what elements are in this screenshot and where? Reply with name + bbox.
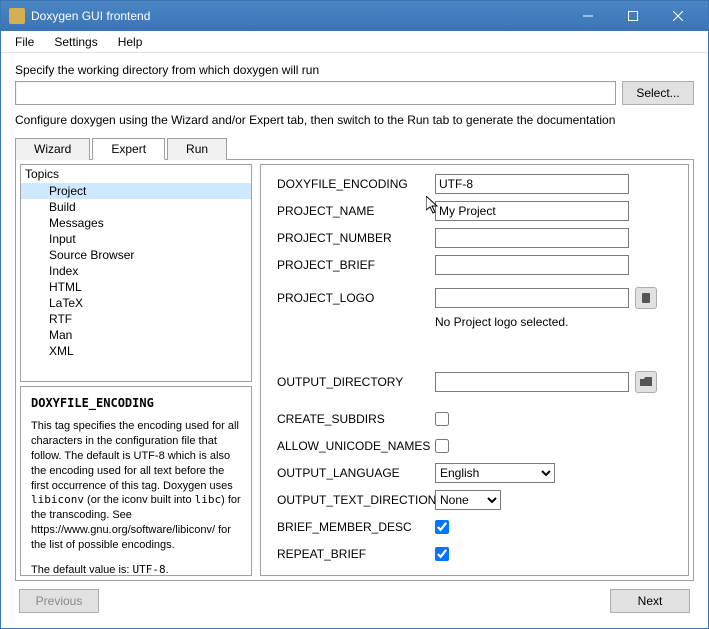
browse-output-button[interactable] <box>635 371 657 393</box>
menu-file[interactable]: File <box>5 33 44 51</box>
topic-index[interactable]: Index <box>21 263 251 279</box>
input-project-number[interactable] <box>435 228 629 248</box>
next-button[interactable]: Next <box>610 589 690 613</box>
topic-messages[interactable]: Messages <box>21 215 251 231</box>
file-icon <box>640 292 652 304</box>
help-text: This tag specifies the encoding used for… <box>31 419 241 576</box>
topic-source-browser[interactable]: Source Browser <box>21 247 251 263</box>
topic-project[interactable]: Project <box>21 183 251 199</box>
folder-icon <box>640 377 652 387</box>
check-allow-unicode-names[interactable] <box>435 439 449 453</box>
window-title: Doxygen GUI frontend <box>31 9 565 23</box>
label-doxyfile-encoding: DOXYFILE_ENCODING <box>277 177 435 191</box>
working-dir-label: Specify the working directory from which… <box>15 63 694 77</box>
tab-bar: Wizard Expert Run <box>15 137 694 160</box>
label-project-brief: PROJECT_BRIEF <box>277 258 435 272</box>
configure-label: Configure doxygen using the Wizard and/o… <box>15 113 694 127</box>
tab-wizard[interactable]: Wizard <box>15 138 90 160</box>
check-brief-member-desc[interactable] <box>435 520 449 534</box>
settings-panel[interactable]: DOXYFILE_ENCODING PROJECT_NAME PROJECT_N… <box>260 164 689 576</box>
menubar: File Settings Help <box>1 31 708 53</box>
label-brief-member-desc: BRIEF_MEMBER_DESC <box>277 520 435 534</box>
close-button[interactable] <box>655 2 700 30</box>
topic-input[interactable]: Input <box>21 231 251 247</box>
logo-status: No Project logo selected. <box>435 315 684 329</box>
input-project-brief[interactable] <box>435 255 629 275</box>
working-dir-input[interactable] <box>15 81 616 105</box>
label-allow-unicode-names: ALLOW_UNICODE_NAMES <box>277 439 435 453</box>
tab-expert[interactable]: Expert <box>92 138 165 160</box>
select-output-language[interactable]: English <box>435 463 555 483</box>
titlebar: Doxygen GUI frontend <box>1 1 708 31</box>
label-create-subdirs: CREATE_SUBDIRS <box>277 412 435 426</box>
minimize-button[interactable] <box>565 2 610 30</box>
menu-settings[interactable]: Settings <box>44 33 107 51</box>
maximize-button[interactable] <box>610 2 655 30</box>
topic-html[interactable]: HTML <box>21 279 251 295</box>
label-project-name: PROJECT_NAME <box>277 204 435 218</box>
help-panel: DOXYFILE_ENCODING This tag specifies the… <box>20 386 252 576</box>
label-output-language: OUTPUT_LANGUAGE <box>277 466 435 480</box>
topics-list[interactable]: Project Build Messages Input Source Brow… <box>21 183 251 381</box>
app-icon <box>9 8 25 24</box>
input-project-logo[interactable] <box>435 288 629 308</box>
topic-man[interactable]: Man <box>21 327 251 343</box>
topic-xml[interactable]: XML <box>21 343 251 359</box>
input-output-directory[interactable] <box>435 372 629 392</box>
input-project-name[interactable] <box>435 201 629 221</box>
check-repeat-brief[interactable] <box>435 547 449 561</box>
menu-help[interactable]: Help <box>108 33 153 51</box>
browse-logo-button[interactable] <box>635 287 657 309</box>
input-doxyfile-encoding[interactable] <box>435 174 629 194</box>
help-title: DOXYFILE_ENCODING <box>31 395 241 411</box>
topic-build[interactable]: Build <box>21 199 251 215</box>
label-output-directory: OUTPUT_DIRECTORY <box>277 375 435 389</box>
topics-title: Topics <box>21 165 251 183</box>
select-dir-button[interactable]: Select... <box>622 81 694 105</box>
label-project-number: PROJECT_NUMBER <box>277 231 435 245</box>
topic-rtf[interactable]: RTF <box>21 311 251 327</box>
check-create-subdirs[interactable] <box>435 412 449 426</box>
label-repeat-brief: REPEAT_BRIEF <box>277 547 435 561</box>
select-output-text-direction[interactable]: None <box>435 490 501 510</box>
label-output-text-direction: OUTPUT_TEXT_DIRECTION <box>277 493 435 507</box>
label-project-logo: PROJECT_LOGO <box>277 291 435 305</box>
tab-run[interactable]: Run <box>167 138 227 160</box>
topic-latex[interactable]: LaTeX <box>21 295 251 311</box>
previous-button[interactable]: Previous <box>19 589 99 613</box>
topics-panel: Topics Project Build Messages Input Sour… <box>20 164 252 382</box>
